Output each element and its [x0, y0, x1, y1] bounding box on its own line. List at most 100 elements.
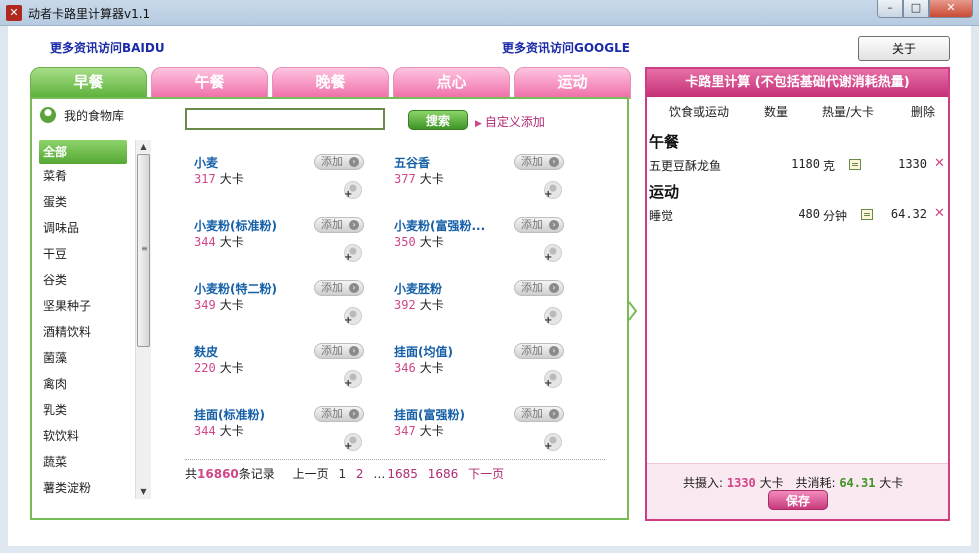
delete-icon[interactable]: ✕	[934, 156, 945, 171]
food-name[interactable]: 小麦	[194, 154, 218, 171]
food-kcal-value: 220	[194, 361, 216, 375]
food-name[interactable]: 小麦粉(富强粉...	[394, 217, 485, 234]
add-food-button[interactable]: 添加 ›	[314, 154, 364, 170]
add-food-button[interactable]: 添加 ›	[514, 280, 564, 296]
delete-icon[interactable]: ✕	[934, 206, 945, 221]
category-item[interactable]: 坚果种子	[39, 294, 127, 320]
add-food-button[interactable]: 添加 ›	[514, 406, 564, 422]
food-card: 小麦粉(标准粉) 344 大卡 添加 › +	[194, 217, 394, 267]
chevron-right-icon: ›	[549, 283, 559, 293]
pager-page-1686[interactable]: 1686	[428, 467, 459, 481]
tab-lunch[interactable]: 午餐	[151, 67, 268, 99]
pager-page-1[interactable]: 1	[338, 467, 346, 481]
add-food-button[interactable]: 添加 ›	[314, 406, 364, 422]
food-name[interactable]: 五谷香	[394, 154, 430, 171]
food-calories: 346 大卡	[394, 359, 444, 376]
pager-prev[interactable]: 上一页	[293, 467, 329, 481]
category-scrollbar[interactable]: ▲ ≡ ▼	[135, 140, 151, 499]
add-to-favorites-icon[interactable]: +	[544, 181, 562, 200]
add-to-favorites-icon[interactable]: +	[344, 181, 362, 200]
custom-add-link[interactable]: ▶ 自定义添加	[475, 113, 545, 130]
save-button[interactable]: 保存	[768, 490, 828, 510]
food-name[interactable]: 小麦胚粉	[394, 280, 442, 297]
food-kcal-value: 347	[394, 424, 416, 438]
category-item[interactable]: 谷类	[39, 268, 127, 294]
food-library-panel: 我的食物库 搜索 ▶ 自定义添加 全部 菜肴 蛋类 调味品 干豆 谷类 坚果种子 酒精饮料 菌藻禽…	[30, 97, 629, 520]
plus-icon: +	[544, 315, 553, 326]
log-item-calories: 64.32	[890, 207, 927, 221]
log-section-title: 午餐	[649, 133, 680, 151]
chevron-right-icon: ›	[349, 283, 359, 293]
add-label: 添加	[521, 155, 543, 168]
food-name[interactable]: 挂面(富强粉)	[394, 406, 465, 423]
food-card: 小麦粉(特二粉) 349 大卡 添加 › +	[194, 280, 394, 330]
category-item[interactable]: 菌藻	[39, 346, 127, 372]
add-to-favorites-icon[interactable]: +	[544, 433, 562, 452]
log-item-calories: 1330	[898, 157, 927, 171]
search-button[interactable]: 搜索	[408, 110, 468, 130]
add-food-button[interactable]: 添加 ›	[314, 343, 364, 359]
pager-page-1685[interactable]: 1685	[387, 467, 418, 481]
tab-snack[interactable]: 点心	[393, 67, 510, 99]
food-name[interactable]: 挂面(标准粉)	[194, 406, 265, 423]
plus-icon: +	[544, 252, 553, 263]
tab-breakfast[interactable]: 早餐	[30, 67, 147, 99]
add-food-button[interactable]: 添加 ›	[314, 217, 364, 233]
category-item[interactable]: 全部	[39, 140, 127, 164]
food-card: 挂面(均值) 346 大卡 添加 › +	[394, 343, 594, 393]
category-item[interactable]: 酒精饮料	[39, 320, 127, 346]
pager-next[interactable]: 下一页	[468, 467, 504, 481]
add-food-button[interactable]: 添加 ›	[514, 343, 564, 359]
add-to-favorites-icon[interactable]: +	[344, 307, 362, 326]
chevron-right-icon: ›	[549, 409, 559, 419]
food-card: 五谷香 377 大卡 添加 › +	[394, 154, 594, 204]
google-link[interactable]: 更多资讯访问GOOGLE	[502, 39, 630, 56]
tab-dinner[interactable]: 晚餐	[272, 67, 389, 99]
tab-exercise[interactable]: 运动	[514, 67, 631, 99]
maximize-button[interactable]: □	[903, 0, 929, 18]
close-button[interactable]: ✕	[929, 0, 973, 18]
food-kcal-value: 346	[394, 361, 416, 375]
category-item[interactable]: 调味品	[39, 216, 127, 242]
library-label: 我的食物库	[64, 109, 125, 123]
add-to-favorites-icon[interactable]: +	[544, 307, 562, 326]
category-item[interactable]: 禽肉	[39, 372, 127, 398]
baidu-link[interactable]: 更多资讯访问BAIDU	[50, 39, 165, 56]
add-to-favorites-icon[interactable]: +	[344, 244, 362, 263]
add-food-button[interactable]: 添加 ›	[514, 217, 564, 233]
add-label: 添加	[321, 344, 343, 357]
add-to-favorites-icon[interactable]: +	[544, 370, 562, 389]
window-controls: – □ ✕	[877, 0, 973, 18]
plus-icon: +	[544, 441, 553, 452]
add-to-favorites-icon[interactable]: +	[344, 370, 362, 389]
add-food-button[interactable]: 添加 ›	[314, 280, 364, 296]
category-item[interactable]: 软饮料	[39, 424, 127, 450]
food-name[interactable]: 挂面(均值)	[394, 343, 453, 360]
category-item[interactable]: 蛋类	[39, 190, 127, 216]
minimize-button[interactable]: –	[877, 0, 903, 18]
add-to-favorites-icon[interactable]: +	[344, 433, 362, 452]
add-label: 添加	[321, 281, 343, 294]
search-input[interactable]	[185, 108, 385, 130]
category-item[interactable]: 薯类淀粉	[39, 476, 127, 502]
chevron-right-icon[interactable]	[628, 301, 638, 321]
food-name[interactable]: 麸皮	[194, 343, 218, 360]
add-food-button[interactable]: 添加 ›	[514, 154, 564, 170]
edit-icon[interactable]	[849, 159, 861, 170]
category-item[interactable]: 干豆	[39, 242, 127, 268]
food-kcal-value: 377	[394, 172, 416, 186]
food-calories: 347 大卡	[394, 422, 444, 439]
add-label: 添加	[321, 218, 343, 231]
food-name[interactable]: 小麦粉(特二粉)	[194, 280, 277, 297]
category-item[interactable]: 乳类	[39, 398, 127, 424]
scroll-up-icon[interactable]: ▲	[136, 140, 151, 154]
about-button[interactable]: 关于	[858, 36, 950, 61]
add-to-favorites-icon[interactable]: +	[544, 244, 562, 263]
food-name[interactable]: 小麦粉(标准粉)	[194, 217, 277, 234]
category-item[interactable]: 菜肴	[39, 164, 127, 190]
pager-page-2[interactable]: 2	[356, 467, 364, 481]
food-calories: 349 大卡	[194, 296, 244, 313]
category-item[interactable]: 蔬菜	[39, 450, 127, 476]
scroll-thumb[interactable]: ≡	[137, 154, 150, 347]
scroll-down-icon[interactable]: ▼	[136, 485, 151, 499]
